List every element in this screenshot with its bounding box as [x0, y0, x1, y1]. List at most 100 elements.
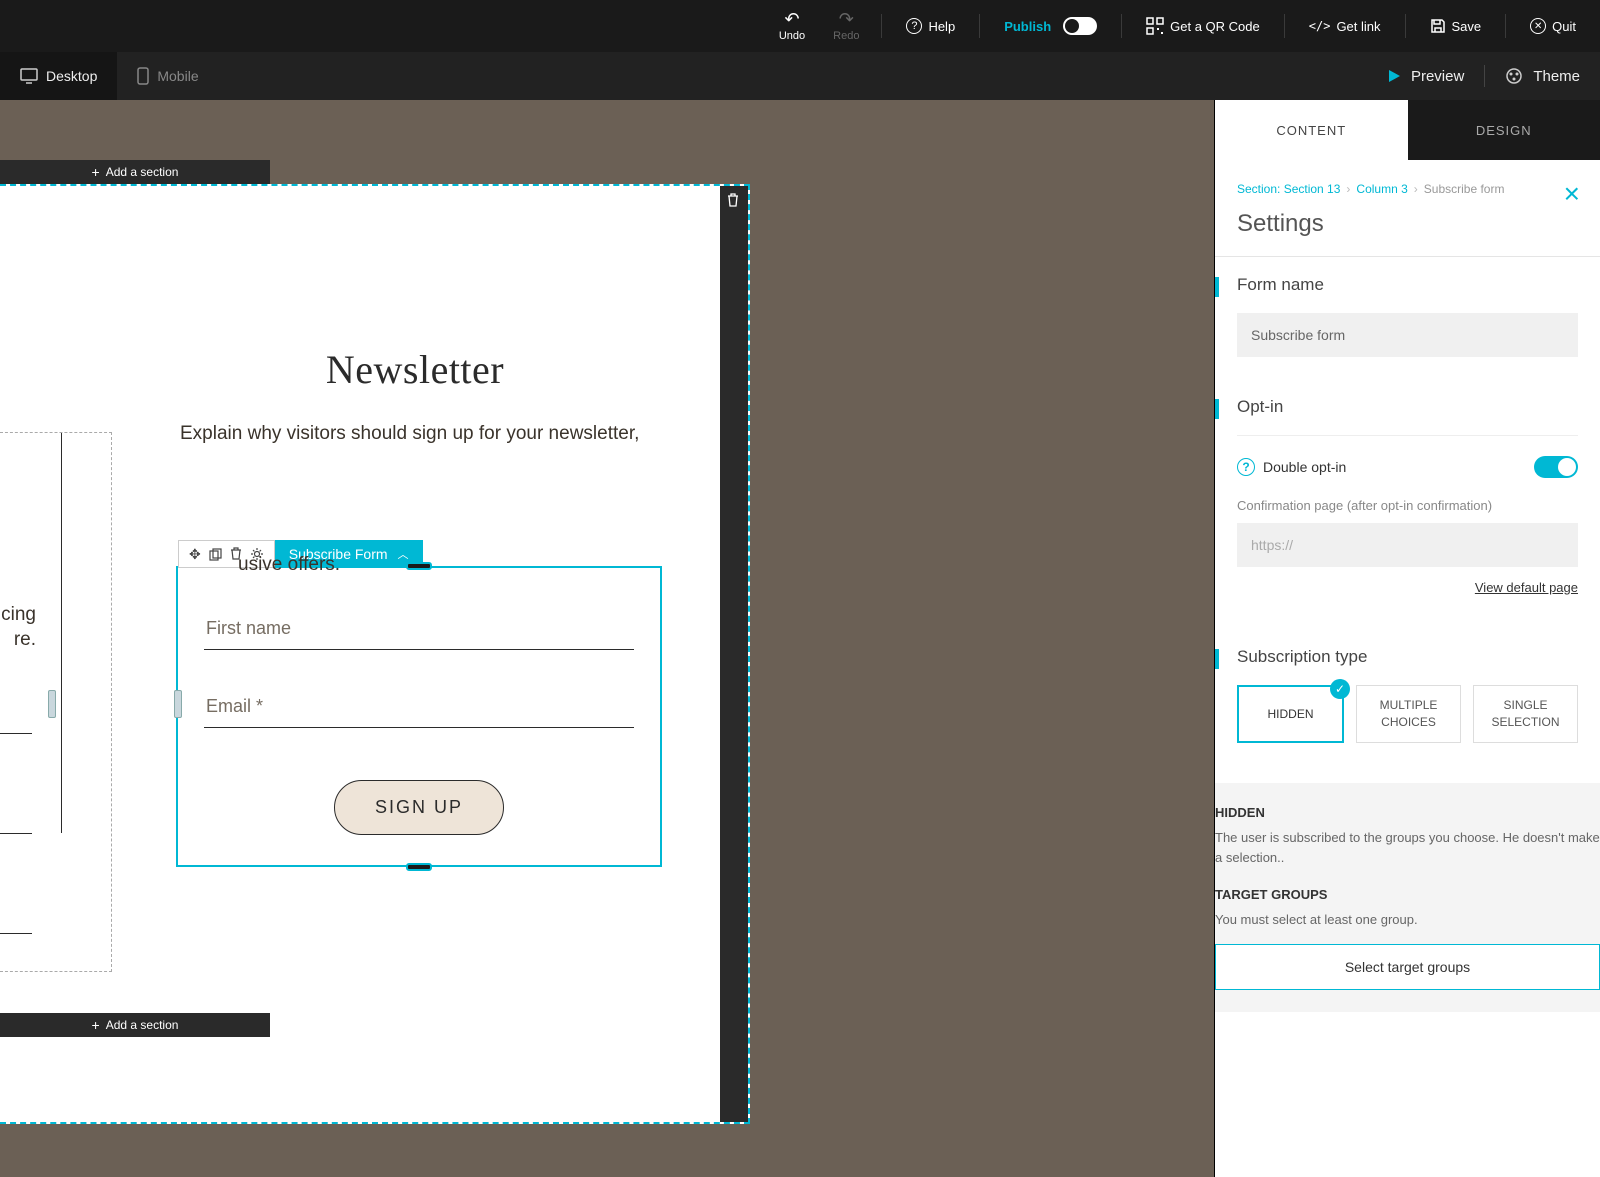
- subtype-single[interactable]: SINGLE SELECTION: [1473, 685, 1578, 743]
- preview-button[interactable]: Preview: [1387, 68, 1464, 85]
- subscription-type-options: HIDDEN ✓ MULTIPLE CHOICES SINGLE SELECTI…: [1237, 685, 1578, 743]
- crumb-column[interactable]: Column 3: [1356, 182, 1407, 196]
- email-input[interactable]: [204, 686, 634, 728]
- add-section-bottom[interactable]: + Add a section: [0, 1013, 270, 1037]
- divider: [1405, 14, 1406, 38]
- getlink-label: Get link: [1336, 19, 1380, 34]
- settings-title: Settings: [1237, 210, 1578, 238]
- qr-button[interactable]: Get a QR Code: [1134, 6, 1272, 46]
- save-label: Save: [1452, 19, 1482, 34]
- info-hidden-title: HIDDEN: [1215, 805, 1600, 820]
- form-name-heading: Form name: [1237, 275, 1578, 295]
- divider: [1284, 14, 1285, 38]
- mobile-tab[interactable]: Mobile: [117, 52, 218, 100]
- theme-button[interactable]: Theme: [1505, 67, 1580, 85]
- chevron-up-icon: ︿: [398, 546, 409, 562]
- quit-button[interactable]: ✕ Quit: [1518, 6, 1588, 46]
- help-button[interactable]: ? Help: [894, 6, 967, 46]
- second-bar: Desktop Mobile Preview Theme: [0, 52, 1600, 100]
- page-section[interactable]: icing re. Newsletter Explain why visitors…: [0, 184, 750, 1124]
- newsletter-heading[interactable]: Newsletter: [110, 346, 720, 393]
- subtype-multiple[interactable]: MULTIPLE CHOICES: [1356, 685, 1461, 743]
- first-name-input[interactable]: [204, 608, 634, 650]
- panel-tabs: CONTENT DESIGN: [1215, 100, 1600, 160]
- canvas[interactable]: + Add a section icing re. Newsletter Expl…: [0, 100, 1214, 1177]
- peek-text-2: re.: [14, 629, 36, 650]
- newsletter-block: Newsletter Explain why visitors should s…: [110, 346, 720, 448]
- preview-theme-group: Preview Theme: [1387, 65, 1600, 87]
- newsletter-description[interactable]: Explain why visitors should sign up for …: [110, 421, 720, 448]
- crumb-section[interactable]: Section: Section 13: [1237, 182, 1340, 196]
- confirmation-label: Confirmation page (after opt-in confirma…: [1237, 498, 1578, 513]
- device-tabs: Desktop Mobile: [0, 52, 219, 100]
- design-tab[interactable]: DESIGN: [1408, 100, 1600, 160]
- double-optin-toggle[interactable]: [1534, 456, 1578, 478]
- subtype-hidden-label: HIDDEN: [1267, 706, 1313, 723]
- close-panel-button[interactable]: ×: [1564, 178, 1580, 210]
- breadcrumb: Section: Section 13 › Column 3 › Subscri…: [1237, 182, 1578, 196]
- top-toolbar: ↶ Undo ↷ Redo ? Help Publish Get a QR Co…: [0, 0, 1600, 52]
- redo-button[interactable]: ↷ Redo: [823, 6, 869, 46]
- divider: [881, 14, 882, 38]
- peek-text-1: icing: [0, 604, 36, 625]
- crumb-current: Subscribe form: [1424, 182, 1505, 196]
- divider: [1121, 14, 1122, 38]
- add-section-label: Add a section: [106, 165, 179, 179]
- delete-section-icon[interactable]: [726, 192, 740, 208]
- select-target-groups-button[interactable]: Select target groups: [1215, 944, 1600, 990]
- redo-label: Redo: [833, 30, 859, 42]
- subtype-hidden[interactable]: HIDDEN ✓: [1237, 685, 1344, 743]
- column-drag-handle-left[interactable]: [48, 690, 56, 718]
- divider: [979, 14, 980, 38]
- desc-line-1: Explain why visitors should sign up for …: [180, 423, 639, 444]
- panel-body: × Section: Section 13 › Column 3 › Subsc…: [1215, 160, 1600, 1177]
- mobile-icon: [137, 67, 149, 85]
- right-panel: CONTENT DESIGN × Section: Section 13 › C…: [1214, 100, 1600, 1177]
- confirmation-url-input[interactable]: [1237, 523, 1578, 567]
- help-icon[interactable]: ?: [1237, 458, 1255, 476]
- undo-icon: ↶: [784, 10, 799, 28]
- plus-icon: +: [92, 1017, 100, 1033]
- palette-icon: [1505, 67, 1523, 85]
- help-icon: ?: [906, 18, 922, 34]
- content-tab[interactable]: CONTENT: [1215, 100, 1408, 160]
- subscription-info-box: HIDDEN The user is subscribed to the gro…: [1215, 783, 1600, 1012]
- undo-button[interactable]: ↶ Undo: [769, 6, 815, 46]
- publish-label: Publish: [1004, 19, 1051, 34]
- gear-icon[interactable]: [250, 547, 264, 561]
- widget-label[interactable]: Subscribe Form ︿: [275, 540, 423, 568]
- divider: [1484, 65, 1485, 87]
- publish-toggle[interactable]: Publish: [992, 6, 1109, 46]
- signup-button[interactable]: SIGN UP: [334, 780, 504, 835]
- main-area: + Add a section icing re. Newsletter Expl…: [0, 100, 1600, 1177]
- double-optin-label: Double opt-in: [1263, 459, 1346, 475]
- save-icon: [1430, 18, 1446, 34]
- save-button[interactable]: Save: [1418, 6, 1494, 46]
- left-column-peek: icing re.: [0, 432, 112, 972]
- mobile-label: Mobile: [157, 68, 198, 84]
- desktop-icon: [20, 68, 38, 84]
- target-groups-title: TARGET GROUPS: [1215, 887, 1600, 902]
- duplicate-icon[interactable]: [209, 548, 222, 561]
- divider: [1505, 14, 1506, 38]
- getlink-button[interactable]: </> Get link: [1297, 6, 1393, 46]
- trash-icon[interactable]: [230, 547, 242, 561]
- desktop-tab[interactable]: Desktop: [0, 52, 117, 100]
- move-icon[interactable]: ✥: [189, 546, 201, 563]
- info-hidden-text: The user is subscribed to the groups you…: [1215, 828, 1600, 867]
- optin-heading: Opt-in: [1237, 397, 1578, 417]
- publish-switch[interactable]: [1063, 17, 1097, 35]
- theme-label: Theme: [1533, 68, 1580, 85]
- qr-label: Get a QR Code: [1170, 19, 1260, 34]
- widget-label-text: Subscribe Form: [289, 546, 388, 562]
- resize-handle-bottom[interactable]: [406, 863, 432, 871]
- subscribe-form-widget[interactable]: ✥ Subscribe Form ︿ usive offers. SIGN UP: [176, 566, 662, 867]
- redo-icon: ↷: [839, 10, 854, 28]
- section-strip: [720, 186, 748, 1122]
- view-default-link[interactable]: View default page: [1475, 580, 1578, 595]
- desktop-label: Desktop: [46, 68, 97, 84]
- column-drag-handle-right[interactable]: [174, 690, 182, 718]
- add-section-top[interactable]: + Add a section: [0, 160, 270, 184]
- resize-handle-top[interactable]: [406, 562, 432, 570]
- form-name-input[interactable]: [1237, 313, 1578, 357]
